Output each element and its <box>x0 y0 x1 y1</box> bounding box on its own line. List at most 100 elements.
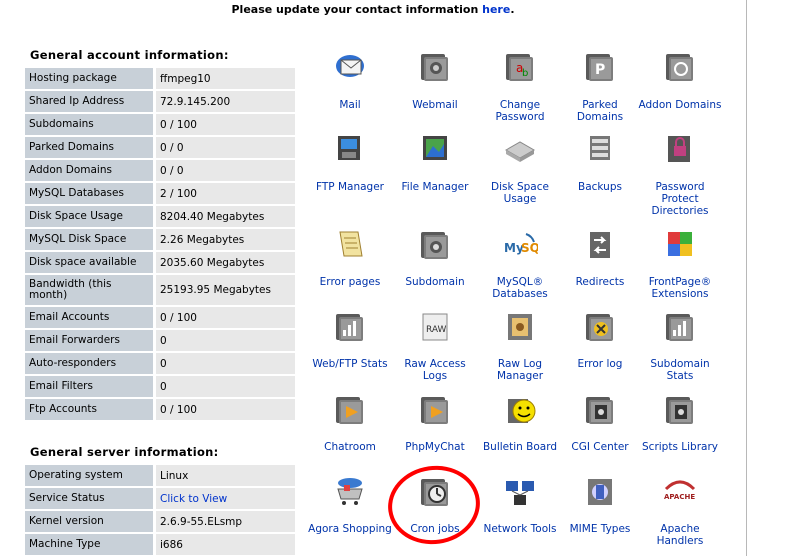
mime-icon[interactable] <box>582 473 618 509</box>
feature-webmail[interactable]: Webmail <box>393 48 477 111</box>
network-icon[interactable] <box>502 473 538 509</box>
subdomain-icon[interactable] <box>417 226 453 262</box>
feature-label[interactable]: Error pages <box>308 276 392 288</box>
error-log-icon[interactable] <box>582 308 618 344</box>
feature-scripts-library[interactable]: Scripts Library <box>638 391 722 453</box>
feature-label[interactable]: Error log <box>558 358 642 370</box>
chatroom-icon[interactable] <box>332 391 368 427</box>
feature-subdomain-stats[interactable]: Subdomain Stats <box>638 308 722 382</box>
scripts-icon[interactable] <box>662 391 698 427</box>
feature-cgi-center[interactable]: CGI Center <box>558 391 642 453</box>
feature-label[interactable]: Webmail <box>393 99 477 111</box>
feature-mail[interactable]: Mail <box>308 48 392 111</box>
info-value: 72.9.145.200 <box>156 91 295 112</box>
feature-label[interactable]: Web/FTP Stats <box>308 358 392 370</box>
feature-label[interactable]: CGI Center <box>558 441 642 453</box>
addon-domains-icon[interactable] <box>662 48 698 84</box>
feature-label[interactable]: Bulletin Board <box>478 441 562 453</box>
feature-label[interactable]: Disk Space Usage <box>478 181 562 205</box>
feature-label[interactable]: Chatroom <box>308 441 392 453</box>
feature-label[interactable]: Subdomain <box>393 276 477 288</box>
password-icon[interactable]: ab <box>502 48 538 84</box>
info-row: MySQL Databases 2 / 100 <box>25 183 295 204</box>
redirects-icon[interactable] <box>582 226 618 262</box>
feature-addon-domains[interactable]: Addon Domains <box>638 48 722 111</box>
raw-logs-icon[interactable]: RAW <box>417 308 453 344</box>
feature-label[interactable]: Password Protect Directories <box>638 181 722 217</box>
feature-file-manager[interactable]: File Manager <box>393 130 477 193</box>
feature-bulletin-board[interactable]: Bulletin Board <box>478 391 562 453</box>
info-label: Shared Ip Address <box>25 91 153 112</box>
feature-label[interactable]: Apache Handlers <box>638 523 722 547</box>
feature-backups[interactable]: Backups <box>558 130 642 193</box>
apache-icon[interactable]: APACHE <box>662 473 698 509</box>
feature-parked-domains[interactable]: P Parked Domains <box>558 48 642 123</box>
feature-label[interactable]: File Manager <box>393 181 477 193</box>
feature-label[interactable]: Agora Shopping <box>308 523 392 535</box>
webmail-icon[interactable] <box>417 48 453 84</box>
info-label: Addon Domains <box>25 160 153 181</box>
log-manager-icon[interactable] <box>502 308 538 344</box>
feature-apache-handlers[interactable]: APACHE Apache Handlers <box>638 473 722 547</box>
feature-label[interactable]: Addon Domains <box>638 99 722 111</box>
right-gutter <box>746 0 802 556</box>
feature-subdomain[interactable]: Subdomain <box>393 226 477 288</box>
feature-label[interactable]: Scripts Library <box>638 441 722 453</box>
feature-raw-access-logs[interactable]: RAW Raw Access Logs <box>393 308 477 382</box>
info-value: 2035.60 Megabytes <box>156 252 295 273</box>
cart-icon[interactable] <box>332 473 368 509</box>
cgi-icon[interactable] <box>582 391 618 427</box>
smiley-icon[interactable] <box>502 391 538 427</box>
feature-disk-space-usage[interactable]: Disk Space Usage <box>478 130 562 205</box>
feature-label[interactable]: Change Password <box>478 99 562 123</box>
feature-phpmychat[interactable]: PhpMyChat <box>393 391 477 453</box>
ftp-icon[interactable] <box>332 130 368 166</box>
feature-agora-shopping[interactable]: Agora Shopping <box>308 473 392 535</box>
info-value: Linux <box>156 465 295 486</box>
phpmychat-icon[interactable] <box>417 391 453 427</box>
error-pages-icon[interactable] <box>332 226 368 262</box>
feature-mime-types[interactable]: MIME Types <box>558 473 642 535</box>
feature-ftp-manager[interactable]: FTP Manager <box>308 130 392 193</box>
lock-icon[interactable] <box>662 130 698 166</box>
mysql-icon[interactable]: MySQL <box>502 226 548 262</box>
feature-error-log[interactable]: Error log <box>558 308 642 370</box>
mail-icon[interactable] <box>332 48 368 84</box>
info-value: 0 <box>156 330 295 351</box>
feature-label[interactable]: Subdomain Stats <box>638 358 722 382</box>
feature-error-pages[interactable]: Error pages <box>308 226 392 288</box>
disk-icon[interactable] <box>502 130 538 166</box>
feature-label[interactable]: FTP Manager <box>308 181 392 193</box>
info-value: 0 / 100 <box>156 399 295 420</box>
feature-network-tools[interactable]: Network Tools <box>478 473 562 535</box>
notice-link[interactable]: here <box>482 3 510 16</box>
feature-label[interactable]: Raw Access Logs <box>393 358 477 382</box>
service-status-link[interactable]: Click to View <box>160 493 227 505</box>
feature-label[interactable]: Raw Log Manager <box>478 358 562 382</box>
frontpage-icon[interactable] <box>662 226 698 262</box>
file-manager-icon[interactable] <box>417 130 453 166</box>
feature-label[interactable]: MySQL® Databases <box>478 276 562 300</box>
feature-password-protect-directories[interactable]: Password Protect Directories <box>638 130 722 217</box>
feature-frontpage-extensions[interactable]: FrontPage® Extensions <box>638 226 722 300</box>
feature-label[interactable]: MIME Types <box>558 523 642 535</box>
parked-domains-icon[interactable]: P <box>582 48 618 84</box>
feature-label[interactable]: Redirects <box>558 276 642 288</box>
feature-label[interactable]: Parked Domains <box>558 99 642 123</box>
feature-label[interactable]: Backups <box>558 181 642 193</box>
backups-icon[interactable] <box>582 130 618 166</box>
feature-raw-log-manager[interactable]: Raw Log Manager <box>478 308 562 382</box>
feature-label[interactable]: PhpMyChat <box>393 441 477 453</box>
info-value: i686 <box>156 534 295 555</box>
feature-redirects[interactable]: Redirects <box>558 226 642 288</box>
feature-label[interactable]: FrontPage® Extensions <box>638 276 722 300</box>
feature-mysql-databases[interactable]: MySQL MySQL® Databases <box>478 226 562 300</box>
info-label: Email Accounts <box>25 307 153 328</box>
feature-change-password[interactable]: a b Change Password <box>478 48 562 123</box>
subdomain-stats-icon[interactable] <box>662 308 698 344</box>
feature-chatroom[interactable]: Chatroom <box>308 391 392 453</box>
feature-label[interactable]: Network Tools <box>478 523 562 535</box>
feature-web-ftp-stats[interactable]: Web/FTP Stats <box>308 308 392 370</box>
feature-label[interactable]: Mail <box>308 99 392 111</box>
stats-icon[interactable] <box>332 308 368 344</box>
